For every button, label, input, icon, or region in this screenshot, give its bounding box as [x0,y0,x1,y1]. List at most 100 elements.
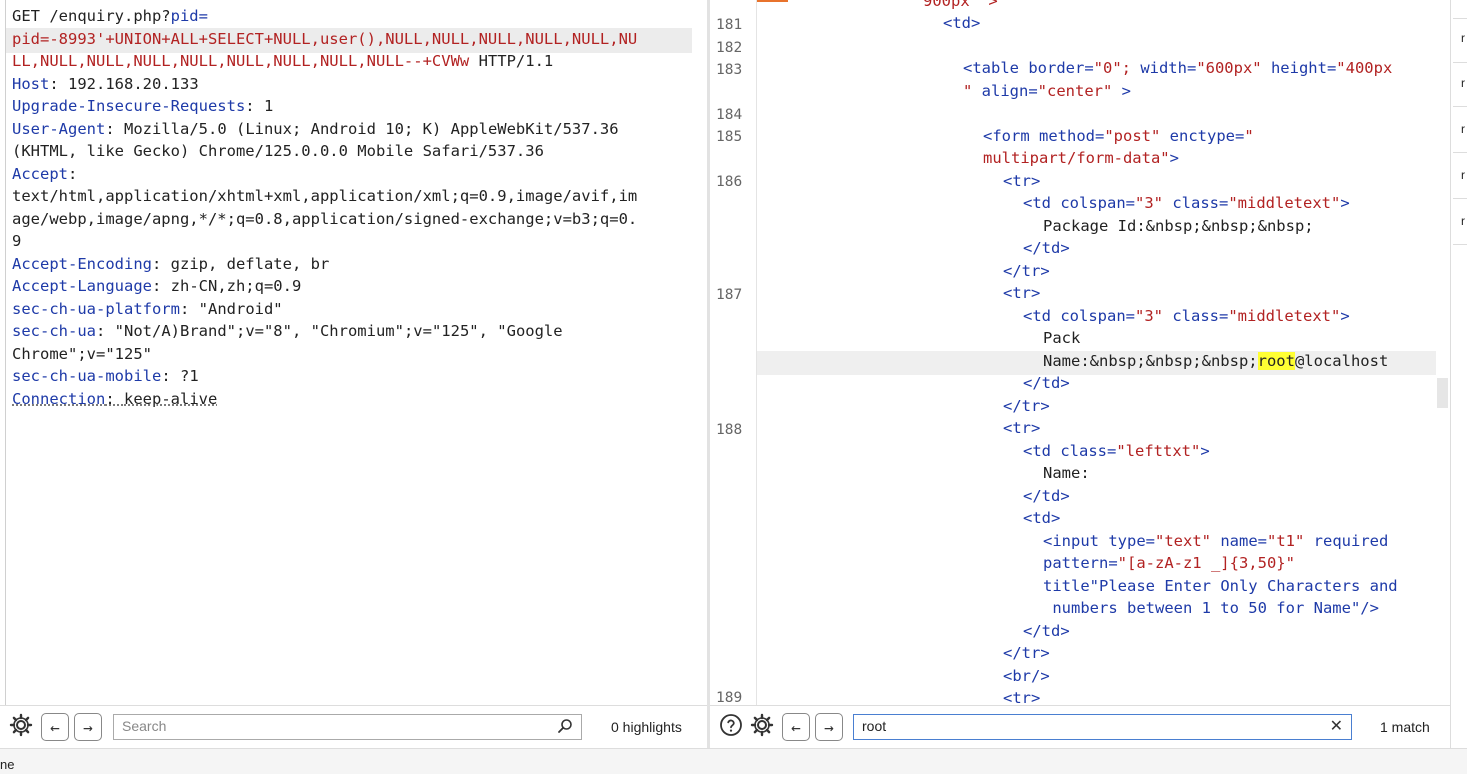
code-token: multipart/form-data" [983,149,1170,167]
response-search-input[interactable] [854,715,1327,737]
header-value: gzip, deflate, br [170,254,330,273]
code-line: </tr> [1003,397,1050,415]
search-magnifier-icon [557,718,573,738]
header-accept-language: Accept-Language: zh-CN,zh;q=0.9 [12,275,692,298]
header-sec-ch-ua: sec-ch-ua: "Not/A)Brand";v="8", "Chromiu… [12,320,692,343]
arrow-right-icon: → [83,717,93,737]
code-token: type= [1099,532,1155,550]
code-line: <tr> [1003,419,1041,437]
header-value: 192.168.20.133 [68,74,199,93]
code-token: "post" [1104,127,1161,145]
editor-border [5,0,6,705]
header-host: Host: 192.168.20.133 [12,73,692,96]
side-tab[interactable]: r [1461,122,1465,136]
line-number: 185 [716,129,743,145]
code-token: class= [1051,442,1117,460]
code-line: <td> [943,14,981,32]
request-text[interactable]: GET /enquiry.php?pid= pid=-8993'+UNION+A… [12,5,692,410]
code-token: @localhost [1294,352,1389,370]
code-token: "t1" [1267,532,1305,550]
code-token: > [1200,442,1210,460]
code-token: "400px [1336,59,1393,77]
header-sep: : [245,97,264,115]
side-panel-strip: r r r r r [1450,0,1467,748]
request-search-box[interactable] [113,714,582,740]
code-line: </td> [1023,487,1070,505]
code-token: "middletext" [1228,194,1341,212]
clear-x-icon[interactable]: ✕ [1330,716,1343,735]
code-token: width= [1130,59,1197,77]
next-match-button[interactable]: → [815,713,843,741]
prev-match-button[interactable]: ← [782,713,810,741]
header-name: sec-ch-ua [12,322,96,340]
code-token: "Please Enter Only Characters and [1089,577,1398,595]
code-token: > [1340,307,1350,325]
sqli-payload: LL,NULL,NULL,NULL,NULL,NULL,NULL,NULL,NU… [12,52,470,70]
code-line: <td colspan="3" class="middletext"> [1023,192,1350,215]
request-search-input[interactable] [114,715,557,737]
header-value: "Not/A)Brand";v="8", "Chromium";v="125",… [114,322,563,340]
code-line: <table border="0"; width="600px" height=… [963,57,1392,80]
code-token: " [963,82,973,100]
request-line-3: LL,NULL,NULL,NULL,NULL,NULL,NULL,NULL,NU… [12,50,692,73]
search-match-highlight: root [1257,352,1295,370]
code-token: "center" [1037,82,1113,100]
code-token: "3" [1135,307,1163,325]
code-token: align= [972,82,1038,100]
code-token: <input [1043,532,1099,550]
header-name: Host [12,74,50,93]
header-value: 1 [263,97,274,115]
header-sep: : [96,322,115,340]
arrow-left-icon: ← [791,717,801,737]
code-token: "0"; [1093,59,1131,77]
code-token: /> [1360,599,1379,617]
settings-gear-icon[interactable] [748,711,776,739]
header-sep: : [179,299,199,318]
response-editor-pane[interactable]: 181 182 183 184 185 186 187 188 189 900p… [710,0,1450,748]
query-param-name: pid= [170,7,208,25]
header-sep: : [49,74,68,93]
line-number: 189 [716,690,743,706]
code-line: <tr> [1003,172,1041,190]
code-line: Name:&nbsp;&nbsp;&nbsp;root@localhost [1043,350,1388,373]
header-user-agent: User-Agent: Mozilla/5.0 (Linux; Android … [12,118,692,141]
code-line: Name: [1043,464,1090,482]
side-tab[interactable]: r [1461,31,1465,45]
code-line: <td> [1023,509,1061,527]
code-token: height= [1261,59,1337,77]
side-tab[interactable]: r [1461,214,1465,228]
code-line: Package Id:&nbsp;&nbsp;&nbsp; [1043,217,1314,235]
request-editor-pane[interactable]: GET /enquiry.php?pid= pid=-8993'+UNION+A… [0,0,707,748]
code-token: "600px" [1196,59,1262,77]
line-number: 182 [716,40,743,56]
header-name: Accept [12,164,68,183]
header-value: ?1 [179,367,199,385]
code-line: title"Please Enter Only Characters and [1043,575,1398,598]
response-search-box[interactable]: ✕ [853,714,1352,740]
settings-gear-icon[interactable] [7,711,35,739]
vertical-scrollbar-thumb[interactable] [1437,378,1448,408]
status-text: ne [0,757,15,772]
code-token: title [1043,577,1090,595]
code-token: "3" [1135,194,1163,212]
prev-match-button[interactable]: ← [41,713,69,741]
next-match-button[interactable]: → [74,713,102,741]
request-method-path: GET /enquiry.php? [12,7,171,25]
line-number: 183 [716,62,743,78]
header-accept-value-3: 9 [12,232,22,250]
help-circle-icon[interactable] [717,711,745,739]
code-token: " [1244,127,1254,145]
header-value: "Android" [198,299,283,318]
header-sep: : [105,119,124,138]
header-name: sec-ch-ua-mobile [12,367,162,385]
http-version: HTTP/1.1 [469,52,554,70]
header-upgrade-insecure: Upgrade-Insecure-Requests: 1 [12,95,692,118]
side-tab[interactable]: r [1461,168,1465,182]
code-token: numbers between 1 to 50 for Name" [1043,599,1361,617]
header-value: zh-CN,zh;q=0.9 [170,277,302,295]
side-tab[interactable]: r [1461,76,1465,90]
strip-divider [1453,18,1467,19]
line-number: 187 [716,287,743,303]
request-line-2: pid=-8993'+UNION+ALL+SELECT+NULL,user(),… [12,29,638,48]
arrow-left-icon: ← [50,717,60,737]
